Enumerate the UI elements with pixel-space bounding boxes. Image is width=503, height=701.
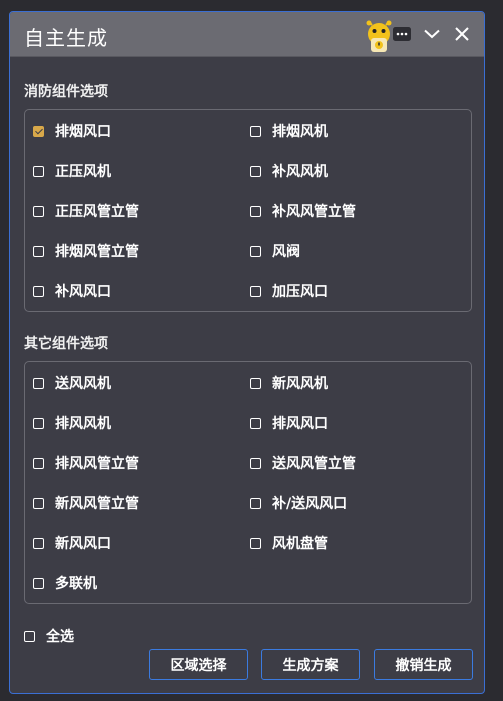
checkbox[interactable] [250,417,261,429]
option-label: 排风风口 [272,416,328,432]
checkbox[interactable] [33,497,44,509]
option-fire-5[interactable]: 补风风管立管 [250,201,356,221]
generate-plan-button[interactable]: 生成方案 [261,649,360,680]
option-label: 加压风口 [272,284,328,300]
close-icon [455,27,469,41]
option-other-0[interactable]: 送风风机 [33,373,111,393]
undo-generate-button[interactable]: 撤销生成 [374,649,473,680]
dialog-title: 自主生成 [24,26,108,50]
region-select-button[interactable]: 区域选择 [149,649,248,680]
collapse-button[interactable] [422,24,442,44]
option-label: 正压风机 [55,164,111,180]
fire-options-group: 排烟风口 排烟风机 正压风机 补风风机 正压风管立管 补风风管立管 排烟风管立管 [24,109,472,312]
menu-button[interactable] [392,24,412,44]
checkbox[interactable] [33,457,44,469]
option-label: 正压风管立管 [55,204,139,220]
checkbox[interactable] [250,165,261,177]
option-label: 排烟风管立管 [55,244,139,260]
mascot-icon [366,20,392,52]
select-all-option[interactable]: 全选 [24,626,74,646]
close-button[interactable] [452,24,472,44]
option-other-4[interactable]: 排风风管立管 [33,453,139,473]
checkbox[interactable] [33,377,44,389]
option-other-6[interactable]: 新风风管立管 [33,493,139,513]
title-bar[interactable]: 自主生成 [10,12,484,57]
option-other-8[interactable]: 新风风口 [33,533,111,553]
fire-section-label: 消防组件选项 [24,84,108,100]
option-fire-6[interactable]: 排烟风管立管 [33,241,139,261]
option-fire-7[interactable]: 风阀 [250,241,300,261]
option-fire-1[interactable]: 排烟风机 [250,121,328,141]
checkbox[interactable] [33,537,44,549]
select-all-label: 全选 [46,629,74,645]
ellipsis-icon [393,27,411,41]
auto-generate-dialog: 自主生成 消防组件选项 排烟风口 排烟风机 正压风机 补风风机 正压风管立管 补… [9,11,485,694]
option-label: 补风风管立管 [272,204,356,220]
option-label: 补/送风风口 [272,496,348,512]
option-label: 排风风机 [55,416,111,432]
option-other-1[interactable]: 新风风机 [250,373,328,393]
option-label: 新风风管立管 [55,496,139,512]
option-label: 补风风口 [55,284,111,300]
checkbox[interactable] [250,457,261,469]
option-label: 排风风管立管 [55,456,139,472]
checkbox[interactable] [33,165,44,177]
option-fire-8[interactable]: 补风风口 [33,281,111,301]
checkbox[interactable] [33,205,44,217]
option-fire-4[interactable]: 正压风管立管 [33,201,139,221]
checkbox[interactable] [250,245,261,257]
checkbox[interactable] [250,497,261,509]
option-other-10[interactable]: 多联机 [33,573,97,593]
option-other-2[interactable]: 排风风机 [33,413,111,433]
checkbox[interactable] [250,205,261,217]
option-label: 多联机 [55,576,97,592]
chevron-down-icon [424,29,440,39]
option-fire-3[interactable]: 补风风机 [250,161,328,181]
other-options-group: 送风风机 新风风机 排风风机 排风风口 排风风管立管 送风风管立管 新风风管立管 [24,361,472,604]
option-other-3[interactable]: 排风风口 [250,413,328,433]
select-all-checkbox[interactable] [24,630,35,642]
option-fire-0[interactable]: 排烟风口 [33,121,111,141]
checkbox[interactable] [250,125,261,137]
checkbox[interactable] [250,537,261,549]
option-other-9[interactable]: 风机盘管 [250,533,328,553]
checkbox[interactable] [33,245,44,257]
other-section-label: 其它组件选项 [24,336,108,352]
checkbox[interactable] [33,417,44,429]
checkbox[interactable] [250,285,261,297]
option-label: 排烟风口 [55,124,111,140]
option-other-5[interactable]: 送风风管立管 [250,453,356,473]
option-label: 新风风机 [272,376,328,392]
option-fire-2[interactable]: 正压风机 [33,161,111,181]
option-label: 送风风机 [55,376,111,392]
option-fire-9[interactable]: 加压风口 [250,281,328,301]
option-label: 风机盘管 [272,536,328,552]
option-other-7[interactable]: 补/送风风口 [250,493,347,513]
option-label: 排烟风机 [272,124,328,140]
checkbox[interactable] [33,285,44,297]
option-label: 新风风口 [55,536,111,552]
option-label: 送风风管立管 [272,456,356,472]
checkbox[interactable] [33,577,44,589]
checkbox[interactable] [33,125,44,137]
option-label: 补风风机 [272,164,328,180]
checkbox[interactable] [250,377,261,389]
option-label: 风阀 [272,244,300,260]
